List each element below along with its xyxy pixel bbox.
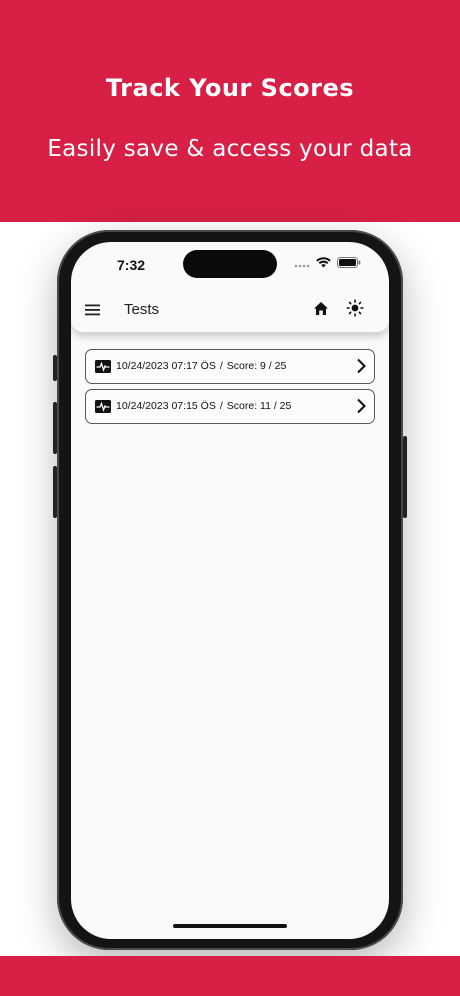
separator: / [219,360,223,372]
phone-screen: 7:32 Tests 10/24/2023 07:17 ÖS / Score: … [71,242,389,939]
app-header: Tests [71,290,389,332]
status-time: 7:32 [117,257,146,273]
test-item-text: 10/24/2023 07:17 ÖS / Score: 9 / 25 [116,360,286,372]
heart-monitor-icon [95,400,111,413]
dynamic-island [183,250,277,278]
volume-down-button [53,466,57,518]
phone-frame: 7:32 Tests 10/24/2023 07:17 ÖS / Score: … [53,230,407,950]
test-score: Score: 11 / 25 [226,400,292,412]
silent-switch [53,355,57,381]
wifi-icon [316,257,331,268]
menu-icon[interactable] [85,304,101,316]
test-score: Score: 9 / 25 [226,360,287,372]
heart-monitor-icon [95,360,111,373]
signal-icon [294,264,310,267]
battery-icon [337,257,361,268]
test-list-item[interactable]: 10/24/2023 07:15 ÖS / Score: 11 / 25 [85,389,375,424]
test-list: 10/24/2023 07:17 ÖS / Score: 9 / 25 10/24/… [85,349,375,429]
banner-subtitle: Easily save & access your data [47,136,413,162]
bottom-banner [0,956,460,996]
chevron-right-icon [357,398,366,414]
volume-up-button [53,402,57,454]
test-date: 10/24/2023 07:17 ÖS [116,360,216,372]
test-list-item[interactable]: 10/24/2023 07:17 ÖS / Score: 9 / 25 [85,349,375,384]
power-button [403,436,407,518]
status-icons [294,257,361,268]
theme-toggle-icon[interactable] [346,299,364,317]
chevron-right-icon [357,358,366,374]
home-indicator[interactable] [173,924,287,928]
separator: / [219,400,223,412]
promo-banner: Track Your Scores Easily save & access y… [0,0,460,222]
test-item-text: 10/24/2023 07:15 ÖS / Score: 11 / 25 [116,400,291,412]
home-icon[interactable] [313,301,329,316]
test-date: 10/24/2023 07:15 ÖS [116,400,216,412]
status-bar: 7:32 [71,242,389,286]
page-title: Tests [124,301,160,318]
banner-title: Track Your Scores [105,74,355,102]
